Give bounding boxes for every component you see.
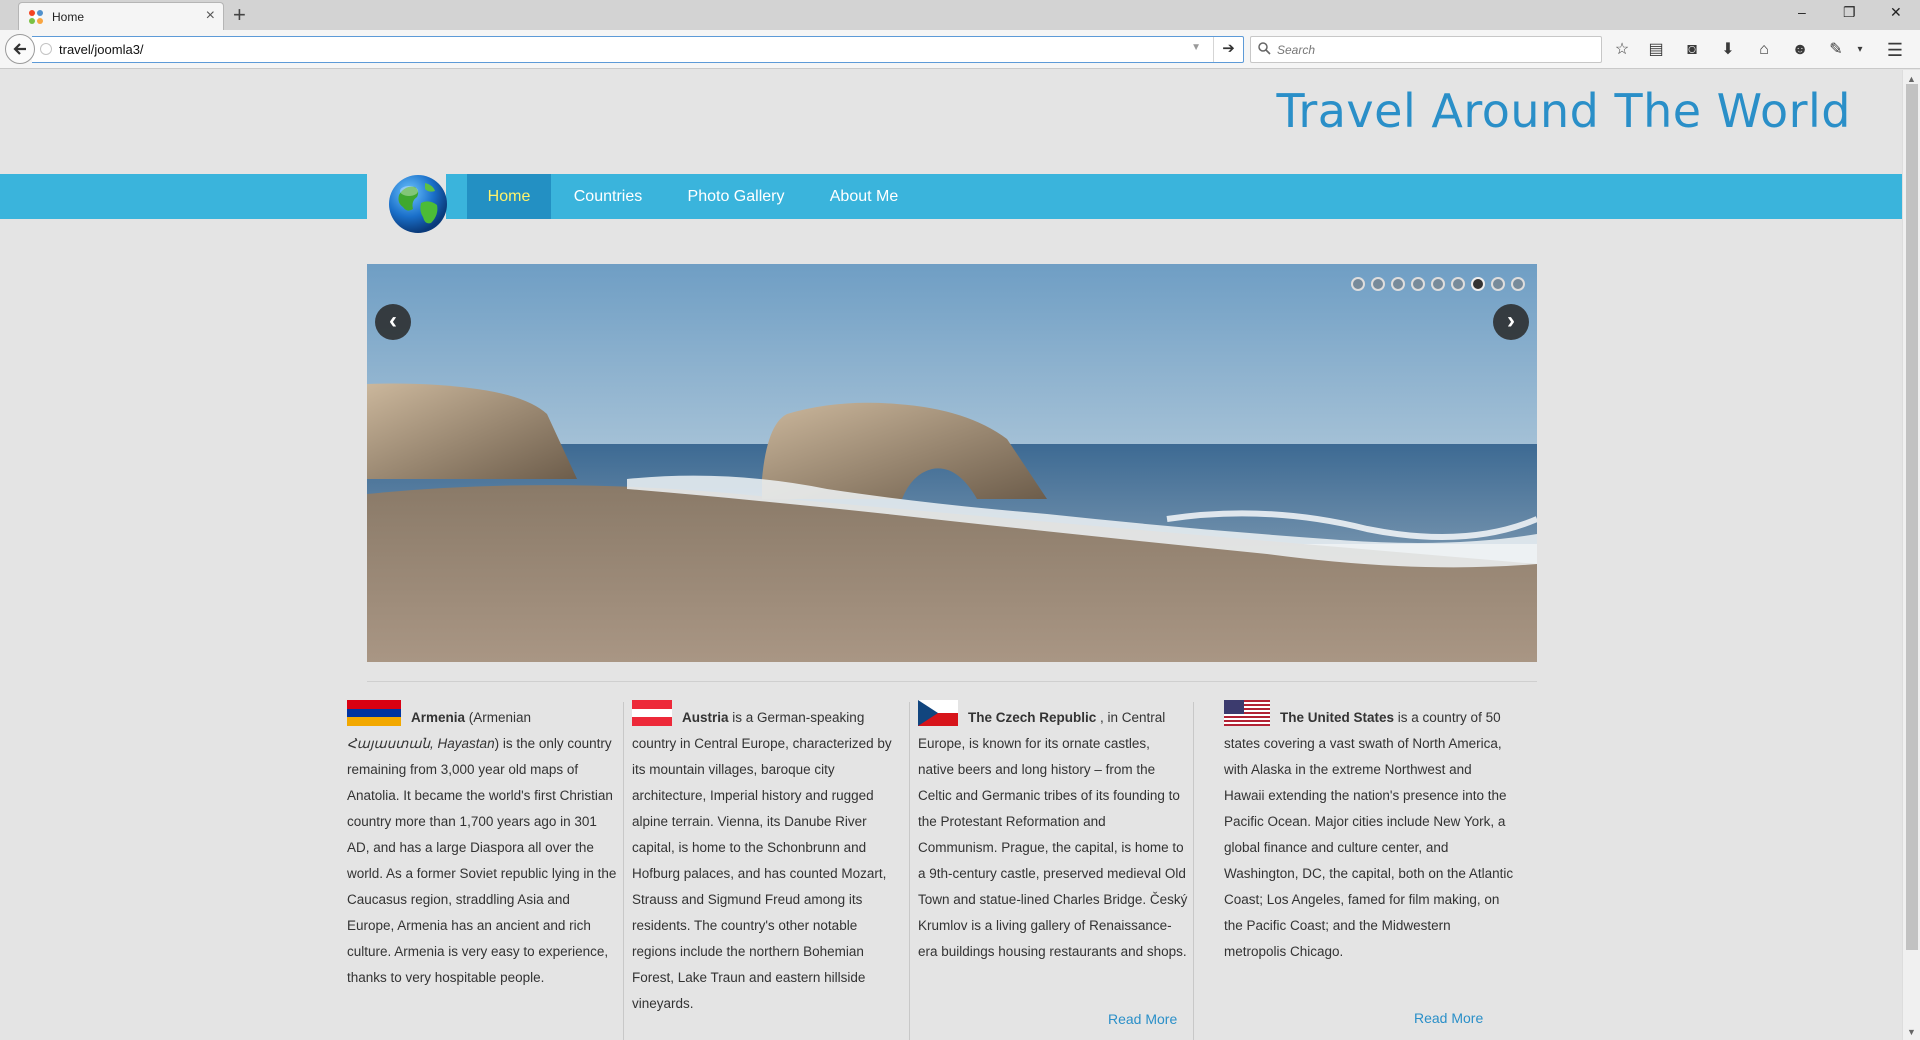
menu-hamburger-icon[interactable]: ☰ xyxy=(1884,39,1906,61)
menu-bar-left xyxy=(0,174,367,219)
column-separator xyxy=(623,702,624,1040)
download-icon[interactable]: ⬇ xyxy=(1717,39,1739,61)
read-more-czech-link[interactable]: Read More xyxy=(1108,1011,1177,1027)
article-czech-republic: The Czech Republic , in Central Europe, … xyxy=(918,700,1188,965)
search-icon xyxy=(1258,42,1271,55)
back-button[interactable] xyxy=(5,34,35,64)
slider-dot[interactable] xyxy=(1491,277,1505,291)
slider-dot[interactable] xyxy=(1371,277,1385,291)
article-armenia: Armenia (Armenian Հայաստան, Hayastan) is… xyxy=(347,700,617,991)
scroll-down-icon[interactable]: ▼ xyxy=(1907,1027,1916,1037)
browser-tab-home[interactable]: Home × xyxy=(18,2,224,31)
article-austria: Austria is a German-speaking country in … xyxy=(632,700,904,1017)
menu-item-photo-gallery[interactable]: Photo Gallery xyxy=(665,174,807,219)
scroll-up-icon[interactable]: ▲ xyxy=(1907,74,1916,84)
us-flag-icon xyxy=(1224,700,1270,726)
menu-item-about-me[interactable]: About Me xyxy=(807,174,921,219)
globe-logo-icon[interactable] xyxy=(387,173,449,235)
history-dropdown-icon[interactable]: ▼ xyxy=(1191,42,1201,53)
url-text[interactable]: travel/joomla3/ xyxy=(59,42,144,57)
back-arrow-icon xyxy=(13,43,26,55)
article-united-states: The United States is a country of 50 sta… xyxy=(1224,700,1514,965)
url-bar[interactable]: travel/joomla3/ ▼ ➔ xyxy=(32,36,1244,63)
navigation-toolbar: travel/joomla3/ ▼ ➔ Search ☆ ▤ ◙ ⬇ ⌂ ☻ ✎… xyxy=(0,30,1920,69)
joomla-favicon-icon xyxy=(29,10,43,24)
article-name: The Czech Republic xyxy=(968,710,1097,725)
article-name: The United States xyxy=(1280,710,1395,725)
site-title[interactable]: Travel Around The World xyxy=(1276,84,1851,138)
slider-dot-active[interactable] xyxy=(1471,277,1485,291)
slider-next-button[interactable]: › xyxy=(1493,304,1529,340)
scroll-thumb[interactable] xyxy=(1906,84,1918,950)
reading-list-icon[interactable]: ▤ xyxy=(1645,39,1667,61)
armenia-flag-icon xyxy=(347,700,401,726)
restore-button[interactable]: ❐ xyxy=(1843,4,1856,21)
slider-dot[interactable] xyxy=(1451,277,1465,291)
extension-dropdown-icon[interactable]: ▾ xyxy=(1849,39,1871,61)
slide-beach-arch-image xyxy=(367,264,1537,662)
slider-dot[interactable] xyxy=(1351,277,1365,291)
slider-dot[interactable] xyxy=(1391,277,1405,291)
article-name: Austria xyxy=(682,710,729,725)
close-window-button[interactable]: ✕ xyxy=(1890,4,1902,21)
chat-icon[interactable]: ☻ xyxy=(1789,39,1811,61)
tab-title: Home xyxy=(52,10,85,24)
czech-flag-icon xyxy=(918,700,958,726)
extension-icon[interactable]: ✎ xyxy=(1825,39,1847,61)
search-input[interactable]: Search xyxy=(1277,43,1315,57)
minimize-button[interactable]: – xyxy=(1798,4,1806,20)
go-arrow-icon[interactable]: ➔ xyxy=(1213,37,1243,62)
slider-dot[interactable] xyxy=(1431,277,1445,291)
image-slider[interactable]: ‹ › xyxy=(367,264,1537,662)
slider-prev-button[interactable]: ‹ xyxy=(375,304,411,340)
menu-item-home[interactable]: Home xyxy=(467,174,551,219)
slider-pagination xyxy=(1345,277,1525,291)
search-bar[interactable]: Search xyxy=(1250,36,1602,63)
column-separator xyxy=(909,702,910,1040)
bookmark-star-icon[interactable]: ☆ xyxy=(1611,39,1633,61)
slider-dot[interactable] xyxy=(1511,277,1525,291)
content-divider xyxy=(367,681,1537,682)
article-name: Armenia xyxy=(411,710,466,725)
new-tab-button[interactable]: + xyxy=(233,2,246,28)
read-more-us-link[interactable]: Read More xyxy=(1414,1010,1483,1026)
pocket-icon[interactable]: ◙ xyxy=(1681,39,1703,61)
menu-item-countries[interactable]: Countries xyxy=(551,174,665,219)
austria-flag-icon xyxy=(632,700,672,726)
slider-dot[interactable] xyxy=(1411,277,1425,291)
page-scrollbar[interactable]: ▲ ▼ xyxy=(1902,70,1920,1040)
site-info-icon[interactable] xyxy=(40,43,52,55)
close-tab-icon[interactable]: × xyxy=(206,7,215,25)
column-separator xyxy=(1193,702,1194,1040)
home-icon[interactable]: ⌂ xyxy=(1753,39,1775,61)
tab-strip: Home × + – ❐ ✕ xyxy=(0,0,1920,31)
